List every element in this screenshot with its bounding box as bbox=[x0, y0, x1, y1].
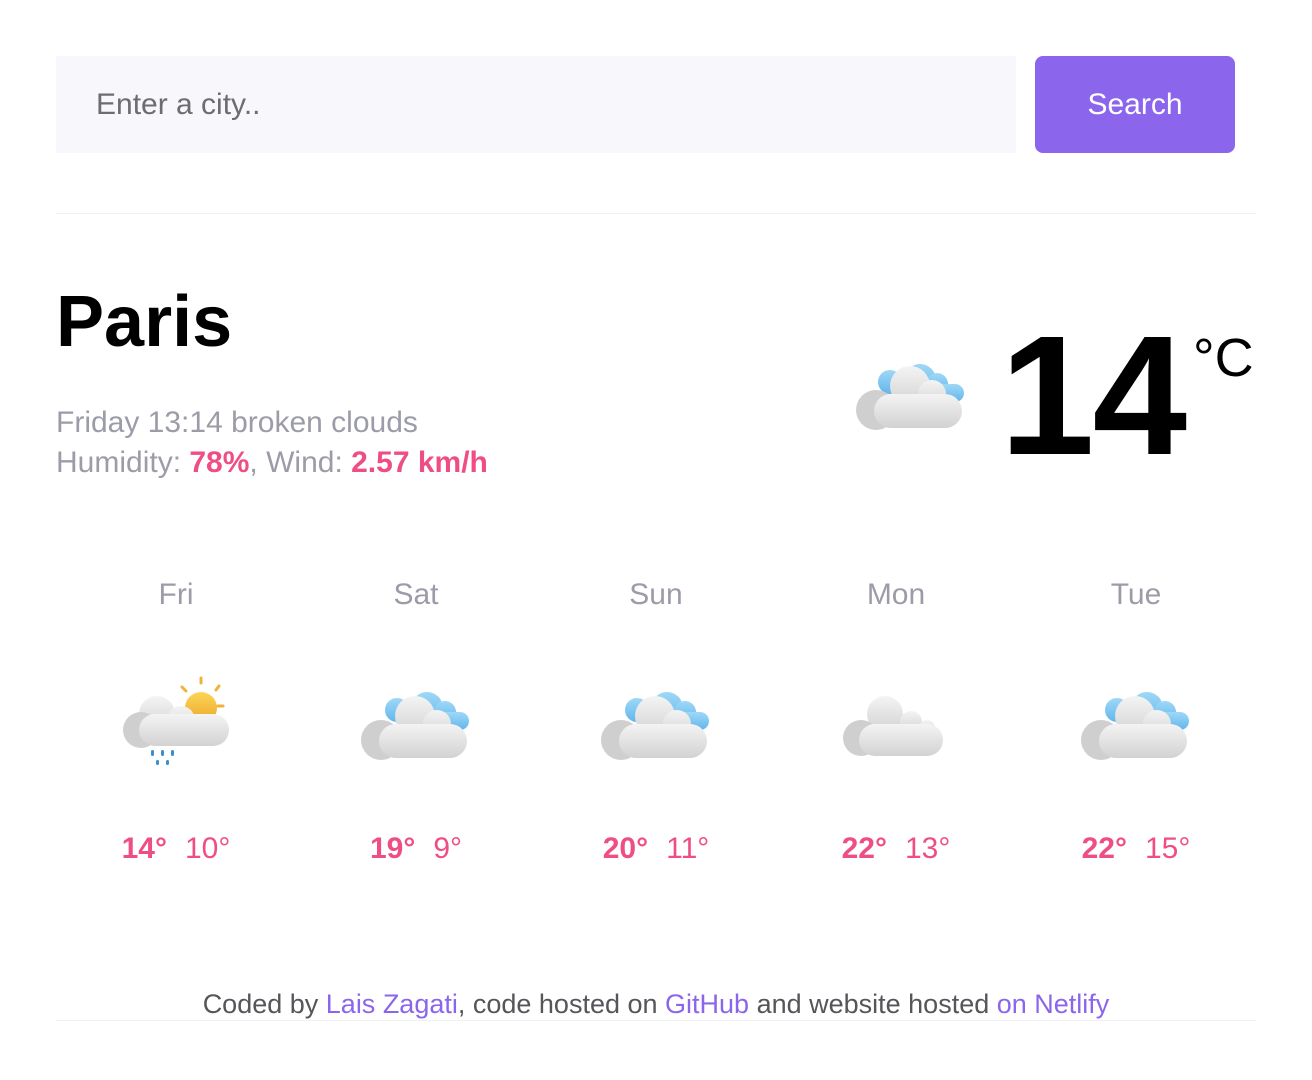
date-description-line: Friday 13:14 broken clouds bbox=[56, 403, 488, 443]
forecast-day-name: Mon bbox=[866, 578, 926, 611]
forecast-day: Mon 22° 13° bbox=[776, 570, 1016, 870]
forecast-temperatures: 19° 9° bbox=[296, 832, 536, 866]
footer-text: , code hosted on bbox=[457, 989, 666, 1019]
humidity-value: 78% bbox=[189, 446, 250, 479]
forecast-temperatures: 20° 11° bbox=[536, 832, 776, 866]
forecast-min-temp: 9° bbox=[433, 832, 463, 865]
broken-clouds-icon bbox=[856, 364, 964, 430]
day-time: Friday 13:14 bbox=[56, 406, 223, 439]
forecast-temperatures: 22° 15° bbox=[1016, 832, 1256, 866]
forecast-day-name: Fri bbox=[158, 578, 194, 611]
current-temperature: 14 bbox=[1000, 301, 1187, 491]
forecast-day: Tue 22° 15° bbox=[1016, 570, 1256, 870]
temperature-unit: °C bbox=[1193, 328, 1254, 388]
forecast-day: Sun 20° 11° bbox=[536, 570, 776, 870]
forecast-temperatures: 14° 10° bbox=[56, 832, 296, 866]
forecast-min-temp: 10° bbox=[185, 832, 231, 865]
scattered-clouds-icon bbox=[843, 696, 943, 756]
humidity-wind-line: Humidity: 78%, Wind: 2.57 km/h bbox=[56, 446, 488, 479]
forecast-day-name: Sun bbox=[629, 578, 683, 611]
author-link[interactable]: Lais Zagati bbox=[326, 989, 458, 1019]
forecast-day: Sat 19° 9° bbox=[296, 570, 536, 870]
forecast-min-temp: 13° bbox=[905, 832, 951, 865]
humidity-label: Humidity: bbox=[56, 446, 182, 479]
current-details: Friday 13:14 broken clouds Humidity: 78%… bbox=[56, 403, 488, 483]
forecast-day-name: Tue bbox=[1110, 578, 1162, 611]
forecast-max-temp: 19° bbox=[369, 832, 416, 865]
broken-clouds-icon bbox=[601, 692, 709, 760]
forecast-min-temp: 11° bbox=[666, 832, 710, 865]
bottom-divider bbox=[56, 1020, 1256, 1021]
footer-text: and website hosted bbox=[749, 989, 997, 1019]
top-divider bbox=[56, 213, 1256, 214]
footer-text: Coded by bbox=[202, 989, 326, 1019]
footer-credits: Coded by Lais Zagati, code hosted on Git… bbox=[56, 986, 1256, 1022]
broken-clouds-icon bbox=[361, 692, 469, 760]
wind-label: Wind: bbox=[266, 446, 343, 479]
rain-sun-clouds-icon bbox=[123, 676, 229, 765]
github-link[interactable]: GitHub bbox=[665, 989, 749, 1019]
city-name: Paris bbox=[56, 282, 233, 362]
netlify-link[interactable]: on Netlify bbox=[997, 989, 1110, 1019]
forecast-max-temp: 22° bbox=[841, 832, 887, 865]
forecast-temperatures: 22° 13° bbox=[776, 832, 1016, 866]
forecast-day-name: Sat bbox=[393, 578, 439, 611]
broken-clouds-icon bbox=[1081, 692, 1189, 760]
search-form: Search bbox=[56, 56, 1235, 153]
city-search-input[interactable] bbox=[56, 56, 1016, 153]
weather-description: broken clouds bbox=[231, 406, 418, 439]
forecast-min-temp: 15° bbox=[1145, 832, 1191, 865]
search-button[interactable]: Search bbox=[1035, 56, 1235, 153]
forecast-max-temp: 14° bbox=[121, 832, 167, 865]
weather-app: Search Paris Friday 13:14 broken clouds … bbox=[0, 0, 1312, 1080]
wind-value: 2.57 km/h bbox=[351, 446, 488, 479]
forecast-day: Fri 14° 10° bbox=[56, 570, 296, 870]
forecast-max-temp: 20° bbox=[602, 832, 649, 865]
forecast-max-temp: 22° bbox=[1081, 832, 1127, 865]
